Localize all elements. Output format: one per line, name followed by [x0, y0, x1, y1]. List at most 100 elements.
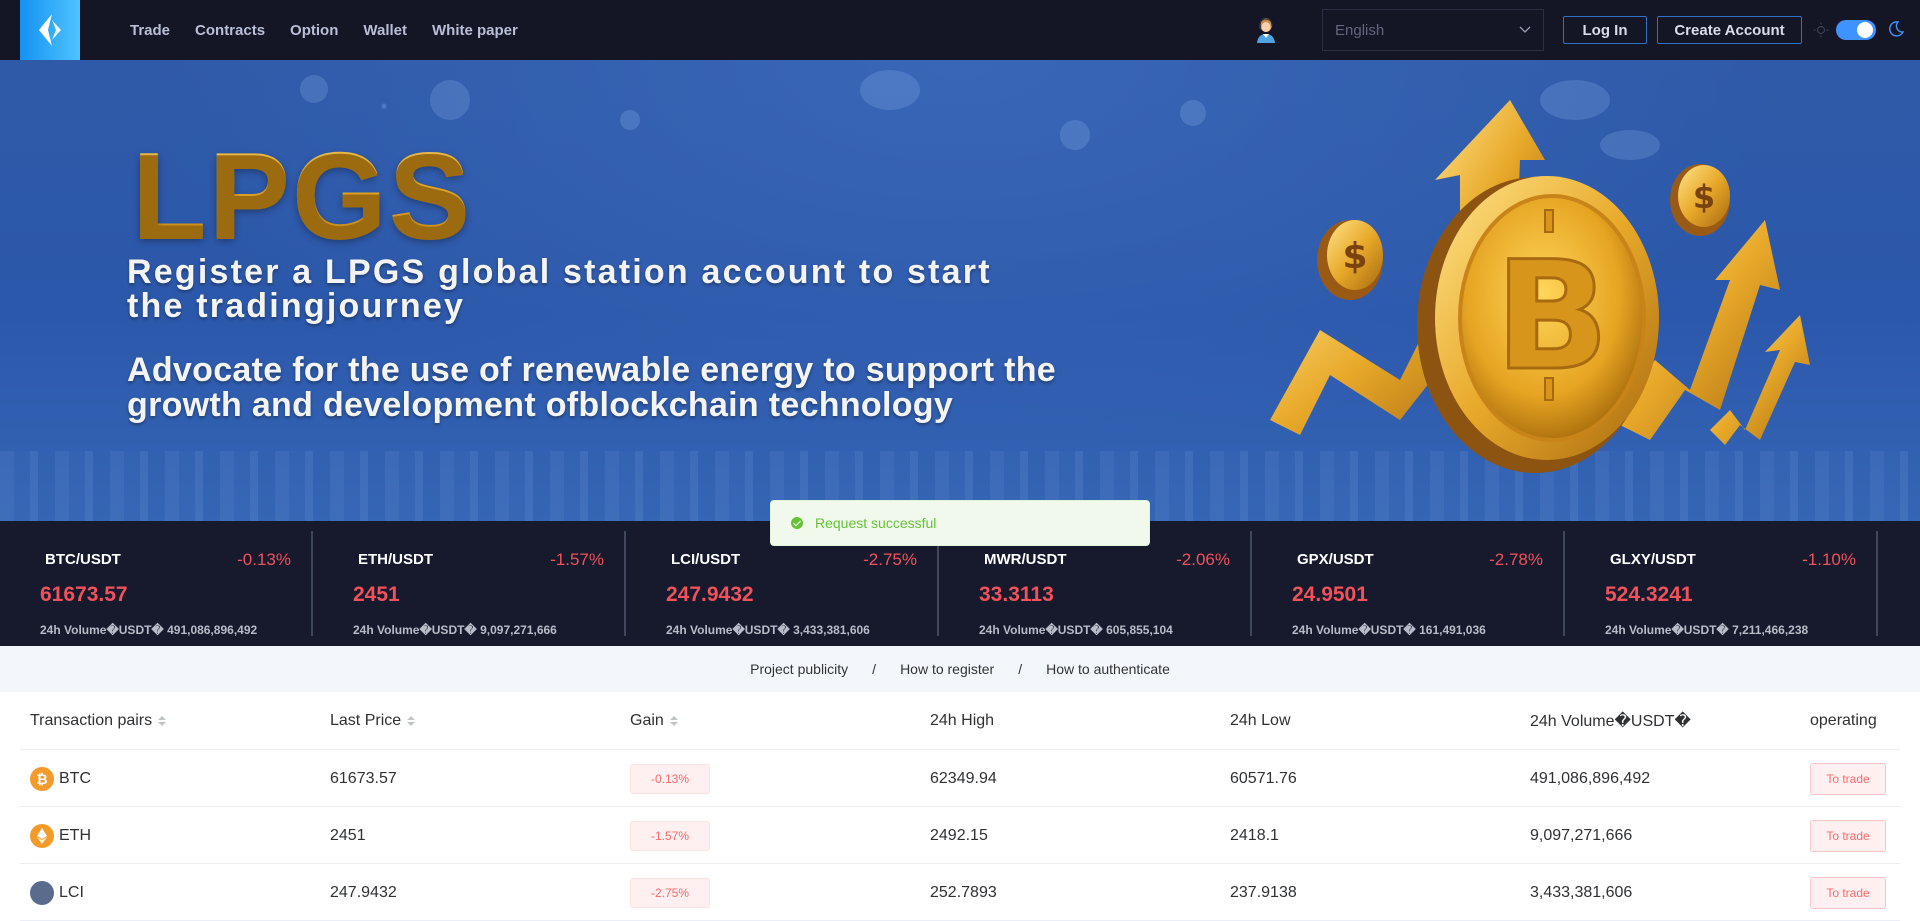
ticker-pair: GPX/USDT: [1297, 551, 1374, 568]
top-navbar: Trade Contracts Option Wallet White pape…: [0, 0, 1920, 60]
volume-value: 605,855,104: [1106, 623, 1173, 637]
table-row[interactable]: ₿ BTC 61673.57 -0.13% 62349.94 60571.76 4…: [20, 750, 1900, 807]
chevron-down-icon: [1519, 26, 1531, 33]
ticker-price: 2451: [353, 583, 400, 606]
action-cell: To trade: [1810, 864, 1886, 921]
table-row[interactable]: LCI 247.9432 -2.75% 252.7893 237.9138 3,…: [20, 864, 1900, 921]
gain-cell: -1.57%: [630, 807, 710, 864]
ticker-volume: 24h Volume�USDT� 605,855,104: [979, 623, 1173, 637]
table-row[interactable]: ETH 2451 -1.57% 2492.15 2418.1 9,097,271…: [20, 807, 1900, 864]
nav-option[interactable]: Option: [290, 22, 338, 39]
separator: /: [872, 661, 877, 677]
ticker-change: -0.13%: [237, 550, 291, 569]
check-circle-icon: [791, 517, 803, 529]
market-table: Transaction pairs Last Price Gain 24h Hi…: [20, 692, 1900, 921]
ticker-card[interactable]: BTC/USDT -0.13% 61673.57 24h Volume�USDT…: [0, 531, 313, 637]
ticker-pair: ETH/USDT: [358, 551, 433, 568]
header-24h-volume: 24h Volume�USDT�: [1530, 713, 1691, 730]
moon-icon[interactable]: [1887, 20, 1905, 38]
nav-white-paper[interactable]: White paper: [432, 22, 518, 39]
last-price: 2451: [330, 826, 366, 844]
gain-badge: -0.13%: [630, 763, 710, 794]
ticker-price: 33.3113: [979, 583, 1054, 606]
volume-value: 7,211,466,238: [1732, 623, 1809, 637]
gain-cell: -2.75%: [630, 864, 710, 921]
ticker-card[interactable]: ETH/USDT -1.57% 2451 24h Volume�USDT� 9,…: [313, 531, 626, 637]
header-label: Last Price: [330, 712, 402, 729]
ticker-volume: 24h Volume�USDT� 491,086,896,492: [40, 623, 257, 637]
bitcoin-icon: ₿: [30, 766, 54, 791]
link-project-publicity[interactable]: Project publicity: [750, 661, 848, 677]
banner-tagline: Register a LPGS global station account t…: [127, 253, 992, 325]
theme-toggle[interactable]: [1836, 20, 1876, 40]
to-trade-button[interactable]: To trade: [1810, 819, 1886, 852]
pair-name: ETH: [59, 826, 91, 844]
volume-24h: 9,097,271,666: [1530, 826, 1633, 844]
table-header: Transaction pairs Last Price Gain 24h Hi…: [20, 692, 1900, 750]
volume-value: 9,097,271,666: [480, 623, 557, 637]
ticker-price: 247.9432: [666, 583, 754, 606]
low-24h: 237.9138: [1230, 883, 1297, 901]
sort-icon[interactable]: [158, 716, 167, 726]
gain-cell: -0.13%: [630, 750, 710, 807]
header-24h-high: 24h High: [930, 712, 995, 729]
volume-value: 161,491,036: [1419, 623, 1486, 637]
create-account-button[interactable]: Create Account: [1657, 16, 1802, 44]
nav-contracts[interactable]: Contracts: [195, 22, 265, 39]
ticker-volume: 24h Volume�USDT� 161,491,036: [1292, 623, 1486, 637]
volume-24h: 3,433,381,606: [1530, 883, 1633, 901]
header-gain[interactable]: Gain: [630, 692, 678, 750]
svg-text:$: $: [1693, 178, 1715, 216]
ticker-pair: LCI/USDT: [671, 551, 741, 568]
to-trade-button[interactable]: To trade: [1810, 876, 1886, 909]
pair-cell: ETH: [30, 807, 91, 864]
nav-trade[interactable]: Trade: [130, 22, 170, 39]
to-trade-button[interactable]: To trade: [1810, 762, 1886, 795]
sort-icon[interactable]: [407, 716, 416, 726]
ticker-change: -2.06%: [1176, 550, 1230, 569]
ticker-volume: 24h Volume�USDT� 9,097,271,666: [353, 623, 557, 637]
low-24h: 60571.76: [1230, 769, 1297, 787]
volume-label: 24h Volume�USDT�: [979, 623, 1103, 637]
volume-label: 24h Volume�USDT�: [1605, 623, 1729, 637]
sun-icon[interactable]: [1813, 22, 1829, 38]
last-price: 247.9432: [330, 883, 397, 901]
info-links: Project publicity / How to register / Ho…: [0, 646, 1920, 692]
ticker-change: -1.57%: [550, 550, 604, 569]
pair-cell: ₿ BTC: [30, 750, 91, 807]
nav-wallet[interactable]: Wallet: [363, 22, 407, 39]
separator: /: [1018, 661, 1023, 677]
toast-message: Request successful: [815, 515, 937, 531]
ticker-card[interactable]: LCI/USDT -2.75% 247.9432 24h Volume�USDT…: [626, 531, 939, 637]
bokeh-light: [300, 75, 328, 103]
hero-banner[interactable]: LPGS Register a LPGS global station acco…: [0, 60, 1920, 521]
ticker-card[interactable]: GPX/USDT -2.78% 24.9501 24h Volume�USDT�…: [1252, 531, 1565, 637]
brand-logo[interactable]: [20, 0, 80, 60]
ethereum-icon: [30, 823, 54, 848]
main-nav: Trade Contracts Option Wallet White pape…: [130, 0, 543, 60]
volume-label: 24h Volume�USDT�: [1292, 623, 1416, 637]
header-last-price[interactable]: Last Price: [330, 692, 416, 750]
bokeh-light: [430, 80, 470, 120]
low-24h: 2418.1: [1230, 826, 1279, 844]
ticker-card[interactable]: MWR/USDT -2.06% 33.3113 24h Volume�USDT�…: [939, 531, 1252, 637]
customer-support-icon[interactable]: [1252, 16, 1280, 44]
sort-icon[interactable]: [669, 716, 678, 726]
ticker-change: -2.75%: [863, 550, 917, 569]
ticker-card[interactable]: GLXY/USDT -1.10% 524.3241 24h Volume�USD…: [1565, 531, 1878, 637]
link-how-to-register[interactable]: How to register: [900, 661, 994, 677]
toggle-knob: [1857, 22, 1873, 38]
volume-value: 3,433,381,606: [793, 623, 870, 637]
header-24h-low: 24h Low: [1230, 712, 1291, 729]
login-button[interactable]: Log In: [1563, 16, 1647, 44]
gain-badge: -1.57%: [630, 820, 710, 851]
link-how-to-authenticate[interactable]: How to authenticate: [1046, 661, 1170, 677]
ticker-pair: MWR/USDT: [984, 551, 1067, 568]
pair-cell: LCI: [30, 864, 84, 921]
ticker-volume: 24h Volume�USDT� 3,433,381,606: [666, 623, 870, 637]
header-transaction-pairs[interactable]: Transaction pairs: [30, 692, 167, 750]
high-24h: 252.7893: [930, 883, 997, 901]
language-select[interactable]: English: [1322, 9, 1544, 51]
header-label: Gain: [630, 712, 664, 729]
ticker-change: -1.10%: [1802, 550, 1856, 569]
